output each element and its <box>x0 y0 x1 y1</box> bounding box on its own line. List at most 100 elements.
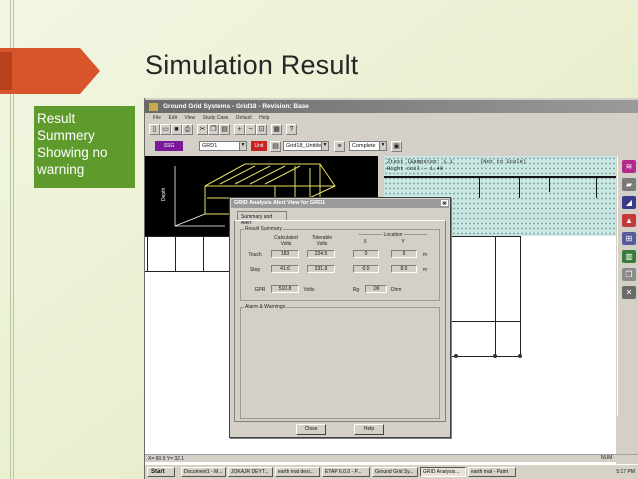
right-toolbar: ≋ ▰ ◢ ▲ ⊞ ▥ ❐ ✕ <box>617 156 638 416</box>
chevron-down-icon: ▼ <box>321 142 328 150</box>
task-document1[interactable]: Document1 - M... <box>181 467 226 477</box>
drawing-line <box>203 236 204 271</box>
calculated-header: Calculated Volts <box>274 235 298 247</box>
task-etap[interactable]: ETAP 6.0.0 - P... <box>322 467 370 477</box>
location-header: -------------- Location -------------- <box>358 232 428 238</box>
menu-help[interactable]: Help <box>259 115 269 121</box>
close-button[interactable]: Close <box>296 424 326 435</box>
y-header: Y <box>401 239 405 245</box>
drawing-line <box>520 236 521 356</box>
zoom-out-icon[interactable]: − <box>245 124 256 135</box>
new-file-icon[interactable]: ▯ <box>149 124 160 135</box>
alarms-warnings-group: Alarm & Warnings <box>240 304 440 419</box>
taskbar: Start Document1 - M... JOKAJR DEYT... ea… <box>145 464 638 479</box>
dialog-title: GRID Analysis Alert View for GRD1 <box>234 200 326 206</box>
open-file-icon[interactable]: ▭ <box>160 124 171 135</box>
case-select-value: Grid18_Untitled <box>286 143 325 149</box>
grid-rod <box>596 176 597 198</box>
title-arrow-edge <box>0 52 12 90</box>
drawing-line <box>147 236 148 271</box>
menu-default[interactable]: Default <box>236 115 252 121</box>
touch-unit: m <box>422 252 428 258</box>
grid-select[interactable]: GRD1 ▼ <box>199 141 247 151</box>
grid-node <box>454 354 458 358</box>
step-unit: m <box>422 267 428 273</box>
rg-unit: Ohm <box>390 287 402 293</box>
menu-bar: File Edit View Study Case Default Help <box>145 114 638 123</box>
grid-view-icon[interactable]: ▦ <box>271 124 282 135</box>
rg-field: .09 <box>365 285 387 293</box>
zoom-in-icon[interactable]: + <box>234 124 245 135</box>
taskbar-clock: 5:17 PM <box>616 469 635 475</box>
drawing-line <box>451 321 521 322</box>
list-icon[interactable]: ≡ <box>334 141 345 152</box>
step-tolerable-field: 231.9 <box>307 265 335 273</box>
slide-title: Simulation Result <box>145 50 359 80</box>
cut-icon[interactable]: ✂ <box>197 124 208 135</box>
step-x-field: 0.0 <box>353 265 379 273</box>
menu-file[interactable]: File <box>153 115 161 121</box>
grid-rod <box>479 176 480 198</box>
numlock-indicator: NUM <box>601 455 613 461</box>
touch-calculated-field: 183 <box>271 250 299 258</box>
grid-select-value: GRD1 <box>202 143 218 149</box>
zoom-fit-icon[interactable]: ⊡ <box>256 124 267 135</box>
help-icon[interactable]: ? <box>286 124 297 135</box>
status-select[interactable]: Complete ▼ <box>349 141 387 151</box>
step-calculated-field: 41.6 <box>271 265 299 273</box>
grid-info-line1: Ztest l&ampstep: 1.1 <box>387 158 454 165</box>
svg-text:Depth: Depth <box>161 187 167 201</box>
chart-tool-icon[interactable]: ▲ <box>622 214 636 227</box>
case-select[interactable]: Grid18_Untitled ▼ <box>283 141 329 151</box>
grid-rod <box>519 176 520 198</box>
slide: Simulation Result Result Summery Showing… <box>0 0 638 479</box>
cursor-coordinates: X= 60.9 Y= 32.1 <box>148 456 185 462</box>
main-toolbar: ▯ ▭ ■ ⎙ ✂ ❐ ▤ + − ⊡ ▦ ? <box>145 124 638 138</box>
task-ground-grid[interactable]: Ground Grid Sy... <box>372 467 418 477</box>
step-label: Step <box>249 267 261 273</box>
copy-tool-icon[interactable]: ❐ <box>622 268 636 281</box>
study-toolbar: SSG GRD1 ▼ Unit ▤ Grid18_Untitled ▼ ≡ Co… <box>145 140 638 154</box>
menu-view[interactable]: View <box>184 115 195 121</box>
app-window: Ground Grid Systems - Grid18 - Revision:… <box>144 98 638 479</box>
ssg-badge[interactable]: SSG <box>155 141 183 151</box>
window-titlebar: Ground Grid Systems - Grid18 - Revision:… <box>145 100 638 113</box>
touch-label: Touch <box>248 252 262 258</box>
status-bar: X= 60.9 Y= 32.1 NUM <box>145 454 638 462</box>
menu-study-case[interactable]: Study Case <box>203 115 229 121</box>
help-button[interactable]: Help <box>354 424 384 435</box>
drawing-line <box>451 356 521 357</box>
close-tool-icon[interactable]: ✕ <box>622 286 636 299</box>
study-case-icon[interactable]: ▤ <box>270 141 281 152</box>
close-icon[interactable]: ✕ <box>441 200 448 207</box>
start-button[interactable]: Start <box>147 467 175 477</box>
sequence-tool-icon[interactable]: ◢ <box>622 196 636 209</box>
task-earth-mat-design[interactable]: earth mat desi... <box>275 467 320 477</box>
unit-badge[interactable]: Unit <box>251 141 267 151</box>
callout-box: Result Summery Showing no warning <box>34 106 135 188</box>
menu-edit[interactable]: Edit <box>168 115 177 121</box>
task-jokajr[interactable]: JOKAJR DEYT... <box>228 467 273 477</box>
grid-conductor <box>384 176 616 178</box>
save-icon[interactable]: ■ <box>171 124 182 135</box>
config-tool-icon[interactable]: ⊞ <box>622 232 636 245</box>
report-icon[interactable]: ▣ <box>391 141 402 152</box>
gpr-label: GPR <box>254 287 266 293</box>
plot-tool-icon[interactable]: ▥ <box>622 250 636 263</box>
drawing-line <box>451 236 521 237</box>
gpr-field: 510.8 <box>271 285 299 293</box>
step-y-field: 8.0 <box>391 265 417 273</box>
layer-tool-icon[interactable]: ▰ <box>622 178 636 191</box>
app-icon <box>149 103 158 111</box>
gpr-unit: Volts <box>303 287 315 293</box>
print-icon[interactable]: ⎙ <box>182 124 193 135</box>
task-paint[interactable]: earth mat - Paint <box>468 467 516 477</box>
grid-info-line2: Right coil - 1.40 <box>387 165 444 172</box>
task-grid-analysis[interactable]: GRID Analysis... <box>420 467 466 477</box>
dialog-titlebar: GRID Analysis Alert View for GRD1 ✕ <box>231 199 449 208</box>
grid-tool-icon[interactable]: ≋ <box>622 160 636 173</box>
drawing-line <box>495 236 496 356</box>
touch-tolerable-field: 224.5 <box>307 250 335 258</box>
paste-icon[interactable]: ▤ <box>219 124 230 135</box>
copy-icon[interactable]: ❐ <box>208 124 219 135</box>
